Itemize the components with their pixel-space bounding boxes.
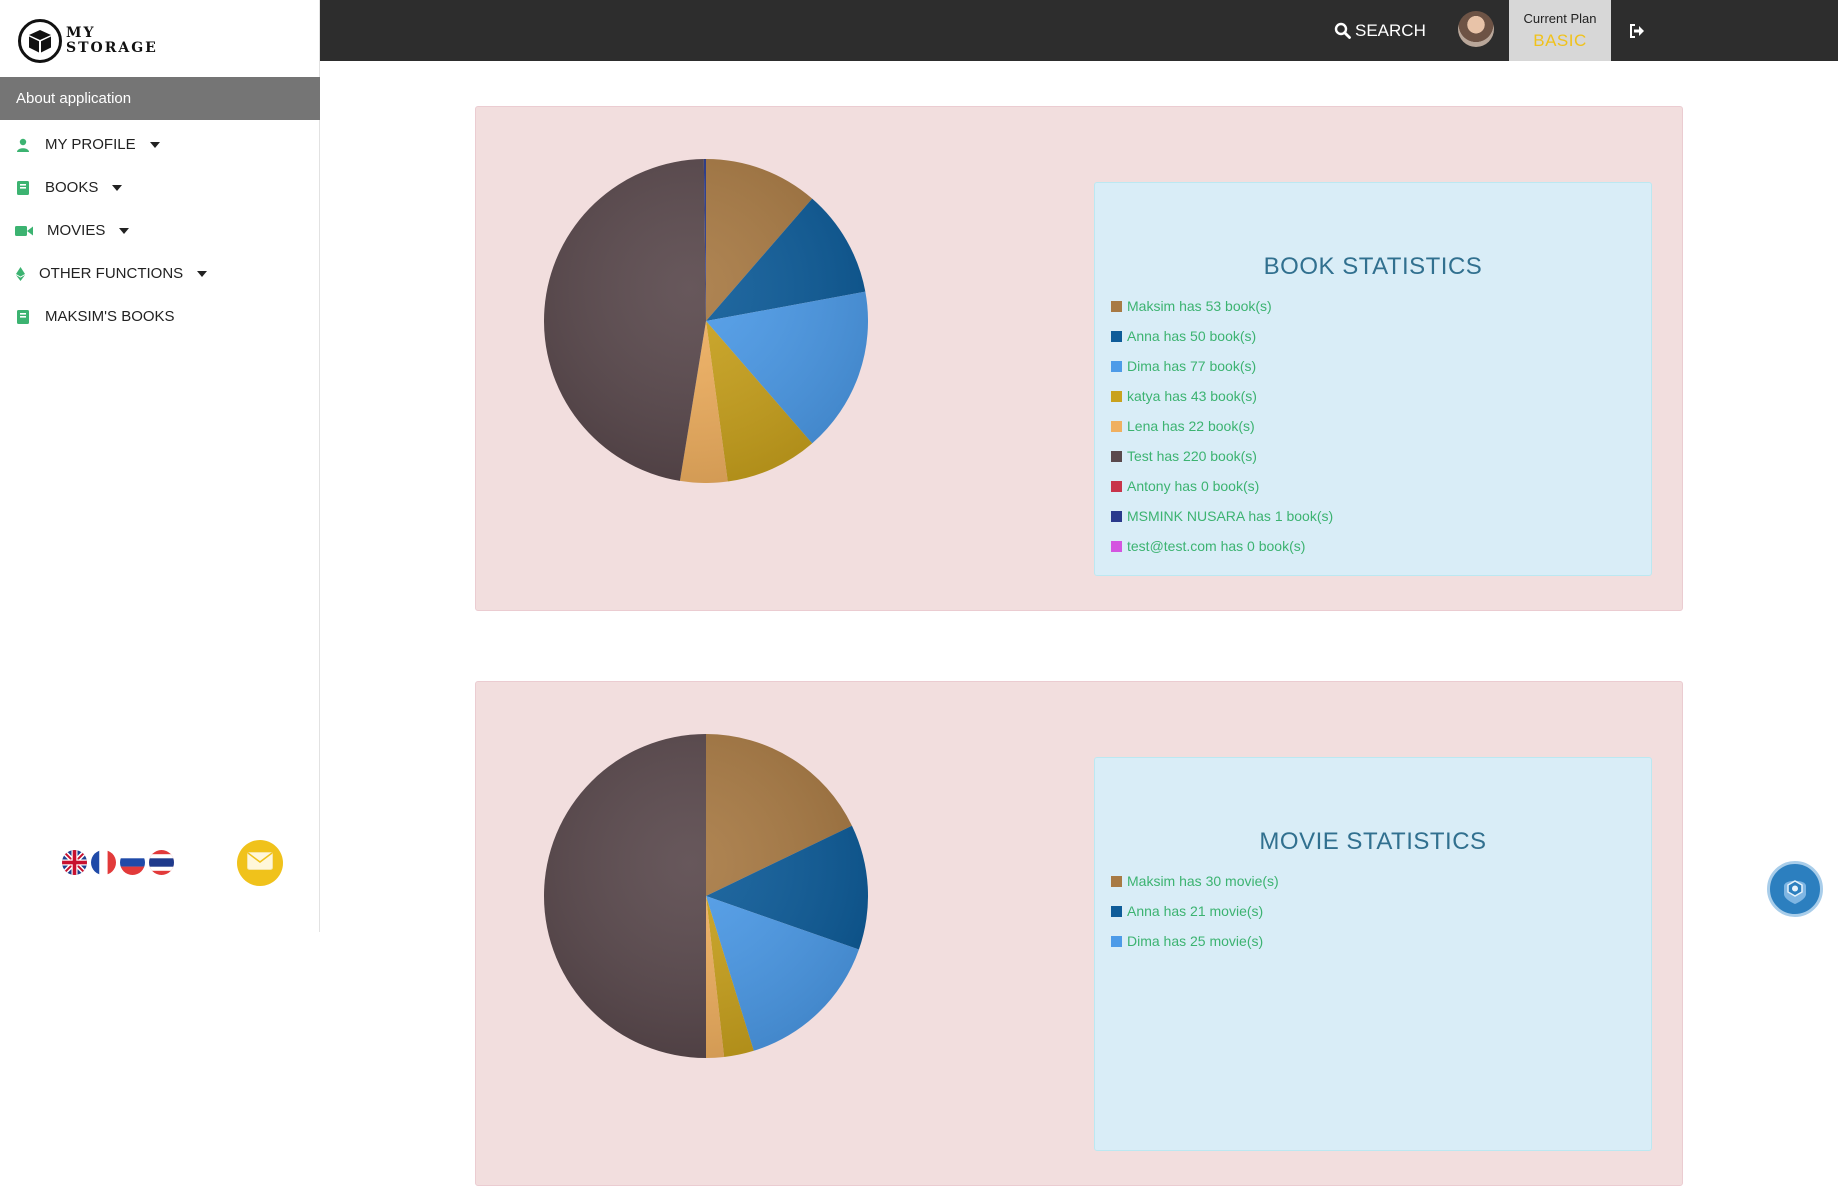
legend-item: Maksim has 53 book(s)	[1111, 291, 1333, 321]
book-icon	[15, 309, 31, 325]
legend-swatch	[1111, 330, 1122, 342]
envelope-icon	[247, 851, 273, 875]
legend-item: MSMINK NUSARA has 1 book(s)	[1111, 501, 1333, 531]
search-icon	[1334, 22, 1351, 39]
legend-item: test@test.com has 0 book(s)	[1111, 531, 1333, 561]
logout-button[interactable]	[1622, 0, 1652, 61]
legend-swatch	[1111, 480, 1122, 492]
app-name: MY STORAGE	[66, 26, 158, 56]
book-statistics-panel: BOOK STATISTICS Maksim has 53 book(s) Ann…	[475, 106, 1683, 611]
legend-label: test@test.com has 0 book(s)	[1127, 538, 1306, 554]
caret-down-icon	[119, 227, 130, 234]
current-plan-label: Current Plan	[1523, 11, 1597, 26]
legend-item: Dima has 77 book(s)	[1111, 351, 1333, 381]
cube-logo-icon	[18, 19, 62, 63]
sidebar-item-label: MY PROFILE	[45, 136, 136, 153]
pie-slice-test[interactable]	[544, 159, 706, 481]
app-name-line1: MY	[66, 25, 96, 41]
mail-button[interactable]	[237, 840, 283, 886]
sidebar-item-maksims-books[interactable]: MAKSIM'S BOOKS	[0, 295, 320, 338]
legend-swatch	[1111, 540, 1122, 552]
movie-statistics-panel: MOVIE STATISTICS Maksim has 30 movie(s) A…	[475, 681, 1683, 1186]
legend-item: Dima has 25 movie(s)	[1111, 926, 1279, 956]
legend-swatch	[1111, 450, 1122, 462]
legend-swatch	[1111, 905, 1122, 917]
ru-flag-icon[interactable]	[120, 850, 145, 875]
legend-label: Test has 220 book(s)	[1127, 448, 1257, 464]
search-button[interactable]: SEARCH	[1334, 0, 1426, 61]
user-icon	[15, 137, 31, 153]
legend-label: Maksim has 53 book(s)	[1127, 298, 1272, 314]
sidebar-item-label: MOVIES	[47, 222, 106, 239]
search-label: SEARCH	[1355, 20, 1426, 40]
legend-label: Anna has 21 movie(s)	[1127, 903, 1264, 919]
book-pie-chart	[544, 159, 868, 483]
legend-item: Lena has 22 book(s)	[1111, 411, 1333, 441]
sidebar-item-label: BOOKS	[45, 179, 99, 196]
help-chat-button[interactable]	[1767, 861, 1823, 917]
caret-down-icon	[197, 270, 208, 277]
sign-out-icon	[1630, 23, 1644, 38]
legend-item: Anna has 21 movie(s)	[1111, 896, 1279, 926]
legend-swatch	[1111, 875, 1122, 887]
sidebar-item-other-functions[interactable]: OTHER FUNCTIONS	[0, 252, 320, 295]
current-plan-badge[interactable]: Current Plan BASIC	[1509, 0, 1611, 61]
legend-item: Maksim has 30 movie(s)	[1111, 866, 1279, 896]
legend-swatch	[1111, 935, 1122, 947]
legend-label: Dima has 25 movie(s)	[1127, 933, 1264, 949]
top-bar: SEARCH Current Plan BASIC	[320, 0, 1838, 61]
legend-label: Lena has 22 book(s)	[1127, 418, 1255, 434]
sidebar-item-movies[interactable]: MOVIES	[0, 209, 320, 252]
about-label: About application	[16, 90, 132, 107]
caret-down-icon	[112, 184, 123, 191]
avatar[interactable]	[1458, 11, 1494, 47]
support-icon	[1784, 880, 1806, 904]
movie-pie-chart	[544, 734, 868, 1058]
legend-item: Antony has 0 book(s)	[1111, 471, 1333, 501]
legend-label: Maksim has 30 movie(s)	[1127, 873, 1279, 889]
legend-label: Dima has 77 book(s)	[1127, 358, 1257, 374]
legend-item: Test has 220 book(s)	[1111, 441, 1333, 471]
sidebar: MY STORAGE About application MY PROFILE …	[0, 0, 320, 932]
fr-flag-icon[interactable]	[91, 850, 116, 875]
th-flag-icon[interactable]	[149, 850, 174, 875]
movie-statistics-box: MOVIE STATISTICS Maksim has 30 movie(s) A…	[1094, 757, 1652, 1151]
book-legend: Maksim has 53 book(s) Anna has 50 book(s)…	[1111, 291, 1333, 561]
legend-label: Anna has 50 book(s)	[1127, 328, 1257, 344]
legend-label: MSMINK NUSARA has 1 book(s)	[1127, 508, 1334, 524]
sidebar-item-label: OTHER FUNCTIONS	[39, 265, 184, 282]
sidebar-item-my-profile[interactable]: MY PROFILE	[0, 123, 320, 166]
video-camera-icon	[15, 223, 33, 239]
book-statistics-box: BOOK STATISTICS Maksim has 53 book(s) Ann…	[1094, 182, 1652, 576]
ethereum-icon	[15, 266, 25, 282]
book-statistics-title: BOOK STATISTICS	[1263, 253, 1483, 280]
en-flag-icon[interactable]	[62, 850, 87, 875]
legend-label: Antony has 0 book(s)	[1127, 478, 1260, 494]
legend-swatch	[1111, 300, 1122, 312]
current-plan-value: BASIC	[1533, 31, 1587, 50]
legend-label: katya has 43 book(s)	[1127, 388, 1257, 404]
pie-slice-test[interactable]	[544, 734, 706, 1058]
book-icon	[15, 180, 31, 196]
app-logo[interactable]: MY STORAGE	[18, 18, 158, 64]
legend-item: katya has 43 book(s)	[1111, 381, 1333, 411]
sidebar-item-books[interactable]: BOOKS	[0, 166, 320, 209]
legend-swatch	[1111, 420, 1122, 432]
about-application-link[interactable]: About application	[0, 77, 320, 120]
legend-item: Anna has 50 book(s)	[1111, 321, 1333, 351]
sidebar-item-label: MAKSIM'S BOOKS	[45, 308, 175, 325]
movie-statistics-title: MOVIE STATISTICS	[1259, 828, 1487, 855]
app-name-line2: STORAGE	[66, 40, 158, 56]
language-selector	[62, 850, 174, 875]
legend-swatch	[1111, 510, 1122, 522]
movie-legend: Maksim has 30 movie(s) Anna has 21 movie(…	[1111, 866, 1279, 956]
legend-swatch	[1111, 360, 1122, 372]
caret-down-icon	[149, 141, 160, 148]
legend-swatch	[1111, 390, 1122, 402]
